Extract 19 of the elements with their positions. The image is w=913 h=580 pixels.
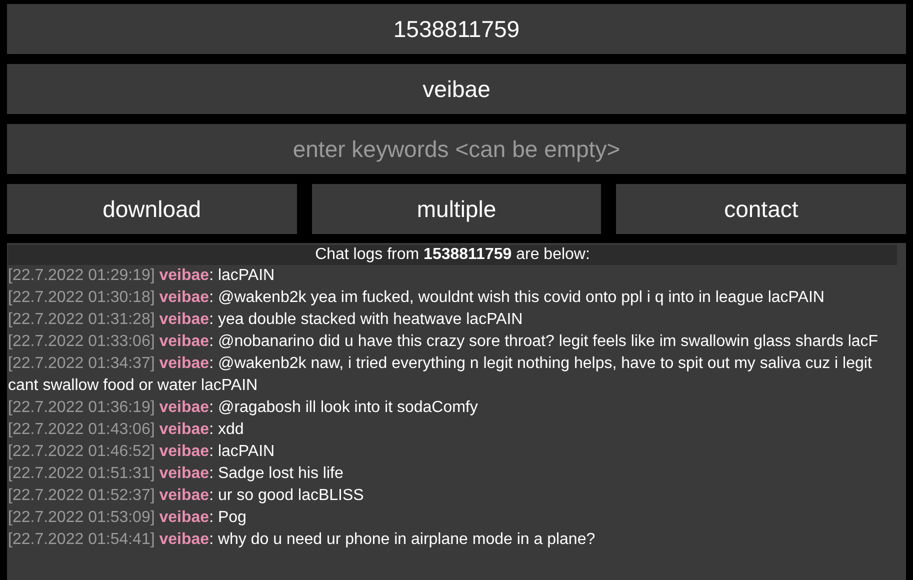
chat-message: [22.7.2022 01:52:37] veibae: ur so good lacBLISS (8, 486, 365, 506)
chat-message: [22.7.2022 01:30:18] veibae: @wakenb2k yea im fucked, wouldnt wish this covid onto ppl i q into in league lacPAIN (8, 288, 826, 308)
chat-log-header: Chat logs from 1538811759 are below: (8, 245, 897, 265)
action-button[interactable]: contact (616, 184, 906, 234)
chat-message: [22.7.2022 01:29:19] veibae: lacPAIN (8, 266, 276, 286)
action-button[interactable]: multiple (312, 184, 602, 234)
chat-message: [22.7.2022 01:43:06] veibae: xdd (8, 420, 245, 440)
chat-message: [22.7.2022 01:36:19] veibae: @ragabosh ill look into it sodaComfy (8, 398, 479, 418)
chat-message: [22.7.2022 01:31:28] veibae: yea double stacked with heatwave lacPAIN (8, 310, 524, 330)
chat-message: [22.7.2022 01:33:06] veibae: @nobanarino did u have this crazy sore throat? legit feels like im swallowin glass shards lacF (8, 332, 880, 352)
input-field[interactable]: 1538811759 (7, 4, 906, 54)
input-field[interactable]: enter keywords <can be empty> (7, 124, 906, 174)
action-button[interactable]: download (7, 184, 297, 234)
chat-message: [22.7.2022 01:54:41] veibae: why do u need ur phone in airplane mode in a plane? (8, 530, 596, 550)
chat-message: [22.7.2022 01:51:31] veibae: Sadge lost his life (8, 464, 344, 484)
chat-message: [22.7.2022 01:46:52] veibae: lacPAIN (8, 442, 276, 462)
chat-message: [22.7.2022 01:53:09] veibae: Pog (8, 508, 248, 528)
input-field[interactable]: veibae (7, 64, 906, 114)
chat-message: [22.7.2022 01:34:37] veibae: @wakenb2k naw, i tried everything n legit nothing helps, have to spit out my saliva cuz i legit cant swallow food or water lacPAIN (8, 354, 873, 396)
